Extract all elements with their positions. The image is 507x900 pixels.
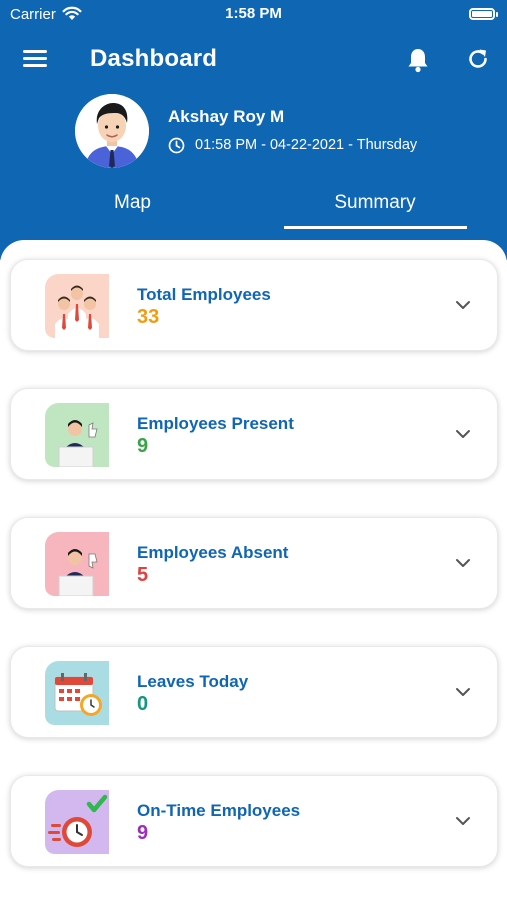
card-on-time-employees[interactable]: On-Time Employees 9 bbox=[10, 775, 498, 867]
calendar-leave-icon bbox=[45, 661, 109, 725]
summary-panel: Total Employees 33 Employees Present 9 E bbox=[0, 240, 507, 900]
chevron-down-icon[interactable] bbox=[454, 554, 472, 572]
absent-employee-icon bbox=[45, 532, 109, 596]
card-title: Leaves Today bbox=[137, 672, 249, 691]
card-value: 0 bbox=[137, 693, 149, 715]
on-time-clock-icon bbox=[45, 790, 109, 854]
card-total-employees[interactable]: Total Employees 33 bbox=[10, 259, 498, 351]
card-value: 9 bbox=[137, 435, 149, 457]
chevron-down-icon[interactable] bbox=[454, 425, 472, 443]
bell-icon[interactable] bbox=[406, 47, 430, 73]
card-title: Employees Absent bbox=[137, 543, 289, 562]
chevron-down-icon[interactable] bbox=[454, 683, 472, 701]
team-icon bbox=[45, 274, 109, 338]
active-tab-indicator bbox=[284, 226, 467, 229]
card-title: Employees Present bbox=[137, 414, 294, 433]
chevron-down-icon[interactable] bbox=[454, 296, 472, 314]
app-header: Carrier 1:58 PM Dashboard Akshay Roy M 0… bbox=[0, 0, 507, 260]
clock-icon bbox=[168, 137, 185, 154]
menu-icon[interactable] bbox=[23, 50, 47, 70]
refresh-icon[interactable] bbox=[466, 47, 490, 71]
card-value: 33 bbox=[137, 306, 160, 328]
user-datetime: 01:58 PM - 04-22-2021 - Thursday bbox=[195, 137, 418, 153]
status-bar: Carrier 1:58 PM bbox=[0, 0, 507, 28]
card-employees-absent[interactable]: Employees Absent 5 bbox=[10, 517, 498, 609]
tab-summary[interactable]: Summary bbox=[284, 192, 466, 230]
status-time: 1:58 PM bbox=[225, 5, 282, 22]
chevron-down-icon[interactable] bbox=[454, 812, 472, 830]
avatar bbox=[75, 94, 149, 168]
card-value: 5 bbox=[137, 564, 149, 586]
card-value: 9 bbox=[137, 822, 149, 844]
card-title: On-Time Employees bbox=[137, 801, 301, 820]
page-title: Dashboard bbox=[90, 45, 218, 72]
card-leaves-today[interactable]: Leaves Today 0 bbox=[10, 646, 498, 738]
battery-icon bbox=[469, 8, 498, 20]
tab-map[interactable]: Map bbox=[0, 192, 265, 230]
card-employees-present[interactable]: Employees Present 9 bbox=[10, 388, 498, 480]
user-name: Akshay Roy M bbox=[168, 107, 285, 126]
present-employee-icon bbox=[45, 403, 109, 467]
card-title: Total Employees bbox=[137, 285, 271, 304]
